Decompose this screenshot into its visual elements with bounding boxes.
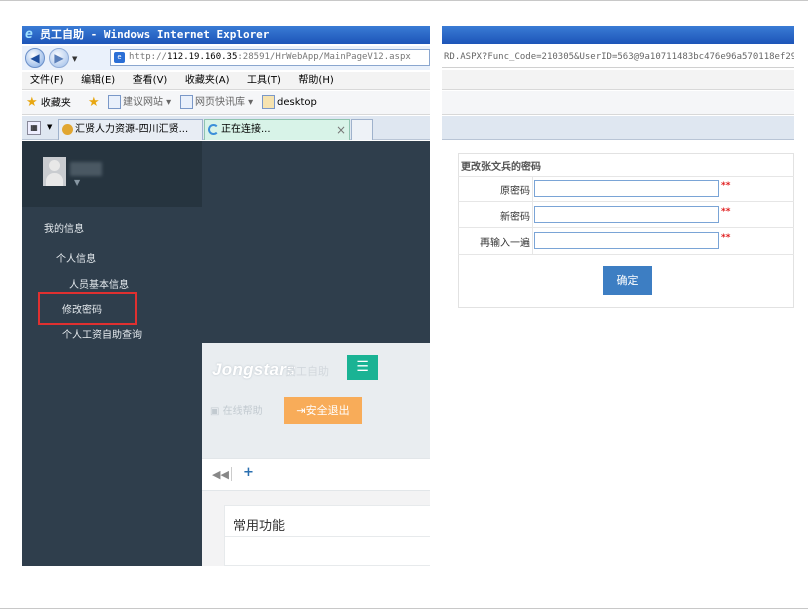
logout-icon: ⇥ [296, 404, 306, 417]
history-dropdown-icon[interactable]: ▼ [72, 55, 80, 63]
site-icon [62, 124, 73, 135]
divider [458, 201, 794, 202]
menu-favorites[interactable]: 收藏夹(A) [185, 72, 230, 90]
tab-label: 正在连接... [221, 124, 271, 135]
confirm-password-label: 再输入一遍 [480, 238, 530, 249]
quick-tabs-icon[interactable]: ▦ [27, 121, 41, 135]
address-toolbar: ◀ ▶ ▼ e http://112.19.160.35:28591/HrWeb… [22, 46, 430, 70]
close-tab-icon[interactable]: × [336, 120, 346, 140]
desktop-label: desktop [277, 97, 317, 108]
desktop-link[interactable]: desktop [262, 91, 317, 115]
sidebar-item-basic-info[interactable]: 人员基本信息 [69, 276, 129, 291]
favorites-button[interactable]: ★ 收藏夹 [26, 91, 71, 116]
web-slice-label: 网页快讯库 [195, 97, 245, 108]
divider [458, 254, 794, 255]
form-title: 更改张文兵的密码 [461, 162, 541, 173]
divider [532, 176, 533, 254]
logout-label: 安全退出 [305, 404, 350, 417]
new-password-label: 新密码 [500, 212, 530, 223]
chevron-down-icon[interactable]: ▼ [74, 178, 80, 187]
avatar-head [49, 160, 60, 171]
required-marker: ** [721, 181, 731, 191]
address-path: :28591/HrWebApp/MainPageV12.aspx [237, 52, 411, 62]
menu-tools[interactable]: 工具(T) [247, 72, 281, 90]
help-label: 在线帮助 [222, 406, 263, 417]
online-help-link[interactable]: ▣ 在线帮助 [210, 402, 263, 417]
divider [231, 467, 232, 481]
tab-bar: ▦ ▼ 汇贤人力资源-四川汇贤... 正在连接... × [22, 116, 430, 140]
sidebar-section-my-info[interactable]: 我的信息 [44, 220, 84, 235]
star-icon: ★ [26, 95, 38, 110]
ie-logo-icon: e [25, 27, 33, 42]
menu-view[interactable]: 查看(V) [133, 72, 168, 90]
top-border [0, 0, 808, 1]
avatar-body [46, 173, 63, 186]
page-icon [108, 95, 121, 109]
site-icon: e [114, 52, 125, 63]
right-window-title-bar [442, 26, 794, 44]
divider [458, 176, 794, 177]
favorites-bar: ★ 收藏夹 ★ 建议网站 ▾ 网页快讯库 ▾ desktop [22, 91, 430, 115]
address-prefix: http:// [129, 52, 167, 62]
page-icon [262, 95, 275, 109]
menu-file[interactable]: 文件(F) [30, 72, 64, 90]
right-menu-bar [442, 70, 794, 90]
page-icon [180, 95, 193, 109]
tab-connecting[interactable]: 正在连接... × [204, 119, 350, 140]
address-input[interactable]: e http://112.19.160.35:28591/HrWebApp/Ma… [110, 49, 430, 66]
web-slice-link[interactable]: 网页快讯库 ▾ [180, 91, 253, 115]
tab-huixian[interactable]: 汇贤人力资源-四川汇贤... [58, 119, 203, 140]
divider [224, 536, 430, 537]
tab-list-dropdown-icon[interactable]: ▼ [47, 123, 52, 131]
menu-toggle-button[interactable]: ☰ [347, 355, 378, 380]
new-password-input[interactable] [534, 206, 719, 223]
sidebar-item-salary-query[interactable]: 个人工资自助查询 [62, 326, 142, 341]
right-favorites-bar [442, 91, 794, 115]
right-address-input[interactable]: RD.ASPX?Func_Code=210305&UserID=563@9a10… [442, 46, 794, 68]
content-tabs-strip: ◀◀ + [202, 458, 430, 491]
required-marker: ** [721, 207, 731, 217]
logout-button[interactable]: ⇥安全退出 [284, 397, 362, 424]
add-tab-icon[interactable]: + [243, 465, 254, 480]
menu-edit[interactable]: 编辑(E) [81, 72, 115, 90]
menu-help[interactable]: 帮助(H) [298, 72, 333, 90]
old-password-label: 原密码 [500, 186, 530, 197]
suggested-sites-label: 建议网站 [123, 97, 163, 108]
old-password-input[interactable] [534, 180, 719, 197]
address-host: 112.19.160.35 [166, 52, 238, 62]
highlight-box [38, 292, 137, 325]
required-marker: ** [721, 233, 731, 243]
panel-title: 常用功能 [233, 519, 286, 534]
window-title-bar: e 员工自助 - Windows Internet Explorer [22, 26, 430, 44]
brand-subtitle: 员工自助 [285, 365, 329, 378]
double-chevron-left-icon[interactable]: ◀◀ [212, 468, 229, 481]
username-blurred [70, 162, 102, 176]
divider [458, 227, 794, 228]
new-tab-button[interactable] [351, 119, 373, 140]
forward-button[interactable]: ▶ [49, 48, 69, 68]
favorites-label: 收藏夹 [40, 98, 71, 109]
right-tab-bar [442, 116, 794, 140]
brand-logo: Jongstars [212, 360, 296, 379]
loading-icon [208, 124, 219, 135]
add-favorite-icon[interactable]: ★ [88, 91, 100, 115]
avatar[interactable] [43, 157, 66, 186]
confirm-button[interactable]: 确定 [603, 266, 652, 295]
suggested-sites-link[interactable]: 建议网站 ▾ [108, 91, 171, 115]
page-favicon [86, 51, 106, 65]
help-icon: ▣ [210, 406, 220, 417]
menu-bar: 文件(F) 编辑(E) 查看(V) 收藏夹(A) 工具(T) 帮助(H) [22, 72, 430, 90]
tab-label: 汇贤人力资源-四川汇贤... [75, 124, 189, 135]
back-button[interactable]: ◀ [25, 48, 45, 68]
confirm-password-input[interactable] [534, 232, 719, 249]
window-title: 员工自助 - Windows Internet Explorer [40, 28, 270, 41]
sidebar-group-personal-info[interactable]: 个人信息 [56, 250, 96, 265]
bottom-border [0, 608, 808, 609]
